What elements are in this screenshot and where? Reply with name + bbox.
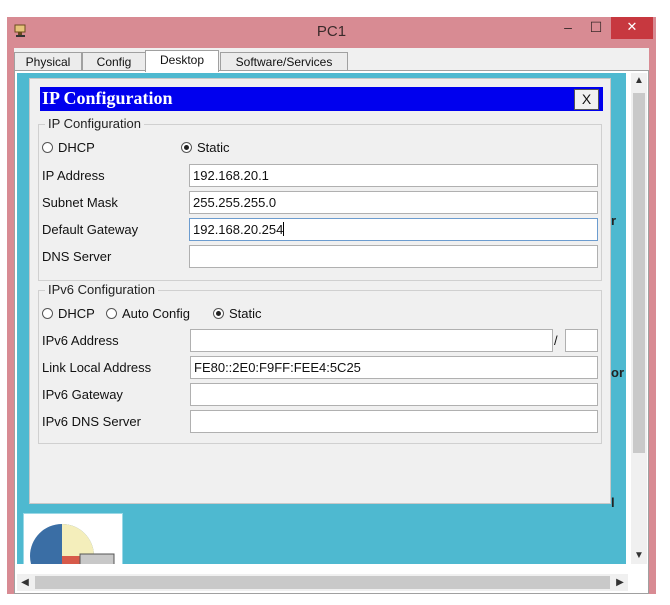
ipv6-dhcp-radio[interactable]: DHCP xyxy=(42,306,95,321)
ipv6-gateway-label: IPv6 Gateway xyxy=(42,387,123,402)
ipv6-address-field[interactable] xyxy=(190,329,553,352)
vertical-scroll-thumb[interactable] xyxy=(633,93,645,453)
dialog-title: IP Configuration xyxy=(42,88,173,108)
ipv6-auto-config-radio[interactable]: Auto Config xyxy=(106,306,190,321)
close-button[interactable]: ✕ xyxy=(611,17,653,39)
desktop-app-label: l xyxy=(611,495,615,510)
radio-off-icon xyxy=(42,308,53,319)
horizontal-scroll-thumb[interactable] xyxy=(35,576,610,589)
pie-chart-icon xyxy=(30,524,115,564)
desktop-app-label: r xyxy=(611,213,617,228)
tab-physical[interactable]: Physical xyxy=(14,52,82,71)
link-local-address-field[interactable]: FE80::2E0:F9FF:FEE4:5C25 xyxy=(190,356,598,379)
ipv6-static-radio[interactable]: Static xyxy=(213,306,262,321)
ipv4-dhcp-radio[interactable]: DHCP xyxy=(42,140,95,155)
tab-desktop[interactable]: Desktop xyxy=(145,50,219,72)
ipv6-dhcp-label: DHCP xyxy=(58,306,95,321)
default-gateway-value: 192.168.20.254 xyxy=(193,222,284,237)
title-bar[interactable]: PC1 – ☐ ✕ xyxy=(7,17,656,46)
ipv6-group-label: IPv6 Configuration xyxy=(45,282,158,297)
vertical-scrollbar[interactable]: ▲ ▼ xyxy=(631,73,647,564)
desktop-app-label: or xyxy=(611,365,624,380)
radio-on-icon xyxy=(181,142,192,153)
minimize-button[interactable]: – xyxy=(555,17,581,39)
text-caret xyxy=(283,222,285,236)
ipv4-group-label: IP Configuration xyxy=(45,116,144,131)
horizontal-scrollbar[interactable]: ◀ ▶ xyxy=(17,574,628,591)
ipv4-static-label: Static xyxy=(197,140,230,155)
subnet-mask-field[interactable]: 255.255.255.0 xyxy=(189,191,598,214)
default-gateway-label: Default Gateway xyxy=(42,222,139,237)
default-gateway-field[interactable]: 192.168.20.254 xyxy=(189,218,598,241)
ipv6-prefix-field[interactable] xyxy=(565,329,598,352)
dns-server-field[interactable] xyxy=(189,245,598,268)
scroll-down-icon[interactable]: ▼ xyxy=(631,548,647,564)
ipv6-static-label: Static xyxy=(229,306,262,321)
tab-config[interactable]: Config xyxy=(82,52,146,71)
ipv6-auto-config-label: Auto Config xyxy=(122,306,190,321)
ipv6-gateway-field[interactable] xyxy=(190,383,598,406)
app-window: PC1 – ☐ ✕ Physical Config Desktop Softwa… xyxy=(7,17,656,594)
prefix-separator: / xyxy=(554,333,558,348)
ipv6-dns-server-field[interactable] xyxy=(190,410,598,433)
scroll-right-icon[interactable]: ▶ xyxy=(612,574,628,591)
ipv4-static-radio[interactable]: Static xyxy=(181,140,230,155)
ipv6-dns-server-label: IPv6 DNS Server xyxy=(42,414,141,429)
radio-off-icon xyxy=(106,308,117,319)
dialog-title-bar[interactable]: IP Configuration X xyxy=(40,87,603,111)
ip-address-field[interactable]: 192.168.20.1 xyxy=(189,164,598,187)
scroll-up-icon[interactable]: ▲ xyxy=(631,73,647,89)
dialog-close-button[interactable]: X xyxy=(574,89,599,110)
radio-off-icon xyxy=(42,142,53,153)
dns-server-label: DNS Server xyxy=(42,249,112,264)
ip-address-label: IP Address xyxy=(42,168,105,183)
scroll-left-icon[interactable]: ◀ xyxy=(17,574,33,591)
tab-software-services[interactable]: Software/Services xyxy=(220,52,348,71)
link-local-address-label: Link Local Address xyxy=(42,360,152,375)
ip-configuration-dialog: IP Configuration X IP Configuration DHCP… xyxy=(29,78,611,504)
ipv4-dhcp-label: DHCP xyxy=(58,140,95,155)
desktop-app-tile[interactable] xyxy=(23,513,123,564)
subnet-mask-label: Subnet Mask xyxy=(42,195,118,210)
ipv6-address-label: IPv6 Address xyxy=(42,333,119,348)
radio-on-icon xyxy=(213,308,224,319)
maximize-button[interactable]: ☐ xyxy=(583,17,609,39)
